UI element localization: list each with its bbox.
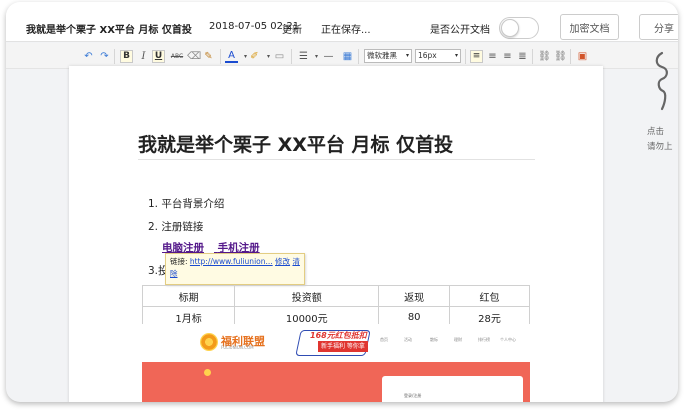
unlink-icon[interactable]: ⛓ — [554, 50, 567, 63]
swirl-icon — [655, 51, 668, 111]
eraser-icon[interactable]: ⌫ — [187, 50, 201, 63]
public-doc-label: 是否公开文档 — [430, 25, 490, 36]
list-item[interactable]: 1. 平台背景介绍 — [148, 196, 224, 211]
login-card: 登录/注册 — [382, 376, 523, 402]
nav-item: 首页 — [380, 337, 388, 342]
app-window: 我就是举个栗子 XX平台 月标 仅首投 2018-07-05 02:21 更新 … — [6, 2, 678, 402]
nav-item: 排行榜 — [478, 337, 490, 342]
logo-subtext: FULIUNION.COM — [221, 345, 254, 350]
editor-paper[interactable]: 我就是举个栗子 XX平台 月标 仅首投 1. 平台背景介绍 2. 注册链接 电脑… — [69, 66, 603, 402]
toolbar-divider — [220, 49, 221, 64]
side-hint-line2: 请勿上 — [647, 142, 673, 152]
redo-icon[interactable]: ↷ — [98, 50, 111, 63]
updated-label: 更新 — [282, 25, 302, 36]
document-title: 我就是举个栗子 XX平台 月标 仅首投 — [26, 25, 192, 36]
save-status: 正在保存... — [321, 25, 371, 36]
chevron-down-icon: ▾ — [405, 52, 409, 59]
nav-item: 理财 — [454, 337, 462, 342]
align-justify-icon[interactable]: ≣ — [516, 50, 529, 63]
tooltip-url-link[interactable]: http://www.fuliunion... — [190, 257, 273, 266]
login-card-text: 登录/注册 — [404, 393, 422, 398]
table-header[interactable]: 标期 — [141, 285, 236, 307]
toolbar-divider — [570, 49, 571, 64]
link-tooltip: 链接: http://www.fuliunion... 修改 清除 — [165, 253, 305, 285]
strikethrough-icon[interactable]: ABC — [169, 50, 185, 63]
share-button[interactable]: 分享 — [639, 14, 678, 40]
align-right-icon[interactable]: ≡ — [501, 50, 514, 63]
list-number: 1. — [148, 198, 159, 210]
align-center-icon[interactable]: ≡ — [486, 50, 499, 63]
header-bar: 我就是举个栗子 XX平台 月标 仅首投 2018-07-05 02:21 更新 … — [6, 2, 678, 42]
highlight-icon[interactable]: ✐ — [248, 50, 261, 63]
nav-item: 活动 — [404, 337, 412, 342]
reward-table: 标期 投资额 返现 红包 1月标 10000元 80 28元 — [141, 285, 530, 328]
heading-divider — [138, 159, 535, 160]
side-hint-line1: 点击 — [647, 127, 665, 137]
underline-icon[interactable]: U — [152, 50, 165, 63]
horizontal-rule-icon[interactable]: — — [322, 50, 335, 63]
coin-icon — [204, 369, 211, 376]
encrypt-doc-button[interactable]: 加密文档 — [560, 14, 619, 40]
list-text: 注册链接 — [161, 221, 204, 233]
table-icon[interactable]: ▦ — [341, 50, 354, 63]
nav-item: 散标 — [430, 337, 438, 342]
promo-banner-line2: 新手福利 等你拿 — [318, 341, 368, 352]
toolbar-divider — [465, 49, 466, 64]
image-icon[interactable]: ▣ — [576, 50, 589, 63]
toggle-knob — [501, 19, 519, 37]
align-left-icon[interactable]: ≡ — [470, 50, 483, 63]
table-header-row: 标期 投资额 返现 红包 — [141, 285, 530, 307]
table-header[interactable]: 红包 — [449, 285, 530, 307]
font-family-select[interactable]: 微软雅黑 ▾ — [364, 49, 412, 63]
format-brush-icon[interactable]: ✎ — [202, 50, 215, 63]
promo-banner-line1: 168元红包抵扣 — [310, 331, 367, 340]
toolbar-divider — [114, 49, 115, 64]
public-doc-toggle[interactable] — [499, 17, 539, 39]
table-header[interactable]: 返现 — [378, 285, 451, 307]
list-item[interactable]: 2. 注册链接 — [148, 219, 203, 234]
font-size-value: 16px — [418, 51, 437, 60]
flower-logo-icon — [200, 333, 218, 351]
toolbar-divider — [291, 49, 292, 64]
italic-icon[interactable]: I — [137, 50, 150, 63]
paste-icon[interactable]: ▭ — [273, 50, 286, 63]
font-color-icon[interactable]: A — [225, 50, 238, 63]
toolbar-divider — [532, 49, 533, 64]
tooltip-edit-link[interactable]: 修改 — [275, 257, 290, 266]
tooltip-link-label: 链接: — [170, 257, 188, 266]
list-number: 2. — [148, 221, 159, 233]
link-icon[interactable]: ⛓ — [538, 50, 551, 63]
font-family-value: 微软雅黑 — [367, 51, 397, 60]
fuliunion-logo: 福利联盟 FULIUNION.COM — [200, 332, 292, 352]
chevron-down-icon: ▾ — [454, 52, 458, 59]
document-heading[interactable]: 我就是举个栗子 XX平台 月标 仅首投 — [138, 130, 453, 157]
toolbar-divider — [358, 49, 359, 64]
line-height-icon[interactable]: ☰ — [297, 50, 310, 63]
table-header[interactable]: 投资额 — [234, 285, 380, 307]
list-text: 平台背景介绍 — [161, 198, 225, 210]
font-size-select[interactable]: 16px ▾ — [415, 49, 461, 63]
nav-item: 个人中心 — [500, 337, 516, 342]
side-hint-decoration: 点击 请勿上 — [647, 47, 678, 157]
embedded-screenshot-image[interactable]: 福利联盟 FULIUNION.COM 168元红包抵扣 新手福利 等你拿 首页 … — [142, 324, 530, 402]
bold-icon[interactable]: B — [120, 50, 133, 63]
undo-icon[interactable]: ↶ — [82, 50, 95, 63]
